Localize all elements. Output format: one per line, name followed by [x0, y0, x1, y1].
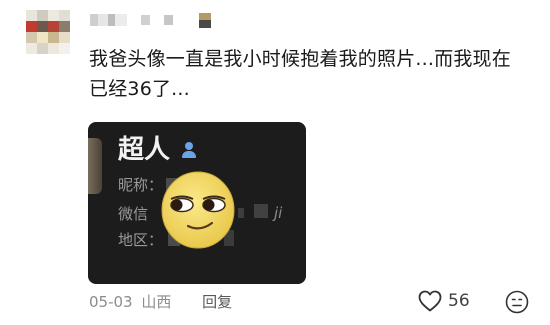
region-row: 地区：: [118, 230, 163, 250]
reply-button[interactable]: 回复: [202, 293, 232, 311]
profile-photo-edge: [88, 138, 102, 194]
card-name-row: 超人: [118, 132, 198, 168]
redacted-wechat-a: [238, 208, 244, 218]
wechat-label: 微信: [118, 205, 149, 223]
redacted-wechat-b: [254, 204, 268, 218]
wechat-partial: ji: [274, 204, 283, 222]
card-name: 超人: [118, 135, 171, 165]
heart-outline-icon: [418, 290, 442, 312]
smirk-face-emoji: [161, 171, 235, 249]
like-count: 56: [448, 291, 470, 311]
user-avatar[interactable]: [26, 10, 70, 54]
nickname-label: 昵称：: [118, 176, 164, 194]
comment-item: 我爸头像一直是我小时候抱着我的照片...而我现在已经36了... 超人 昵称： …: [0, 0, 550, 325]
wechat-row: 微信: [118, 204, 148, 224]
region-label: 地区：: [118, 231, 164, 249]
comment-meta: 05-03 山西 回复: [89, 292, 232, 312]
comment-text: 我爸头像一直是我小时候抱着我的照片...而我现在已经36了...: [89, 48, 511, 100]
username-redacted[interactable]: [90, 12, 211, 28]
smiley-icon[interactable]: [505, 290, 529, 314]
like-button[interactable]: 56: [418, 290, 470, 312]
person-icon: [180, 141, 198, 159]
comment-date: 05-03: [89, 293, 133, 311]
nickname-row: 昵称：: [118, 175, 163, 195]
comment-location: 山西: [141, 293, 172, 311]
